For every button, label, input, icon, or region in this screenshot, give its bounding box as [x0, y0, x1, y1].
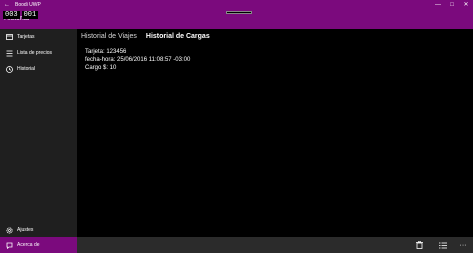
app-title: Boodi UWP [15, 2, 41, 8]
trash-icon [415, 236, 423, 253]
close-button[interactable]: ✕ [459, 0, 473, 11]
sidebar-item-label: Ajustes [17, 227, 34, 233]
sidebar-item-tarjetas[interactable]: Tarjetas [0, 29, 77, 45]
list-view-icon [439, 236, 447, 253]
sidebar-item-acerca-de[interactable]: Acerca de [0, 237, 77, 253]
card-number: Tarjeta: 123456 [85, 49, 127, 55]
gear-icon [5, 226, 13, 234]
sidebar: Tarjetas Lista de precios Historial Ajus… [0, 29, 77, 253]
info-icon [5, 241, 13, 249]
sidebar-item-label: Tarjetas [17, 34, 35, 40]
page-header: Historial 003 001 [0, 11, 473, 29]
counter-right: 001 [21, 11, 39, 19]
tab-historial-de-viajes[interactable]: Historial de Viajes [81, 32, 137, 41]
charge-datetime: fecha-hora: 25/06/2016 11:08:57 -03:00 [85, 57, 191, 63]
sidebar-item-historial[interactable]: Historial [0, 61, 77, 77]
tab-strip: Historial de Viajes Historial de Cargas [81, 32, 210, 41]
charge-detail: Tarjeta: 123456 fecha-hora: 25/06/2016 1… [85, 48, 190, 72]
main-content: Historial de Viajes Historial de Cargas … [77, 29, 473, 237]
frame-counters: 003 001 [3, 11, 39, 19]
list-icon [5, 49, 13, 57]
sidebar-item-label: Lista de precios [17, 50, 53, 56]
minimize-button[interactable]: — [431, 0, 445, 11]
charge-amount: Cargo $: 10 [85, 65, 117, 71]
title-bar: ← Boodi UWP — □ ✕ [0, 0, 473, 11]
delete-button[interactable] [411, 237, 427, 253]
back-button[interactable]: ← [0, 0, 14, 11]
counter-left: 003 [3, 11, 20, 19]
tab-historial-de-cargas[interactable]: Historial de Cargas [146, 32, 210, 41]
more-icon: ··· [459, 241, 467, 249]
sidebar-item-label: Historial [17, 66, 36, 72]
sidebar-item-ajustes[interactable]: Ajustes [0, 222, 77, 238]
drag-handle[interactable] [226, 11, 252, 14]
more-button[interactable]: ··· [455, 237, 471, 253]
sidebar-item-lista-de-precios[interactable]: Lista de precios [0, 45, 77, 61]
command-bar: ··· [77, 237, 473, 253]
history-icon [5, 65, 13, 73]
window-controls: — □ ✕ [431, 0, 473, 11]
maximize-button[interactable]: □ [445, 0, 459, 11]
list-view-button[interactable] [435, 237, 451, 253]
sidebar-item-label: Acerca de [17, 242, 40, 248]
card-icon [5, 33, 13, 41]
